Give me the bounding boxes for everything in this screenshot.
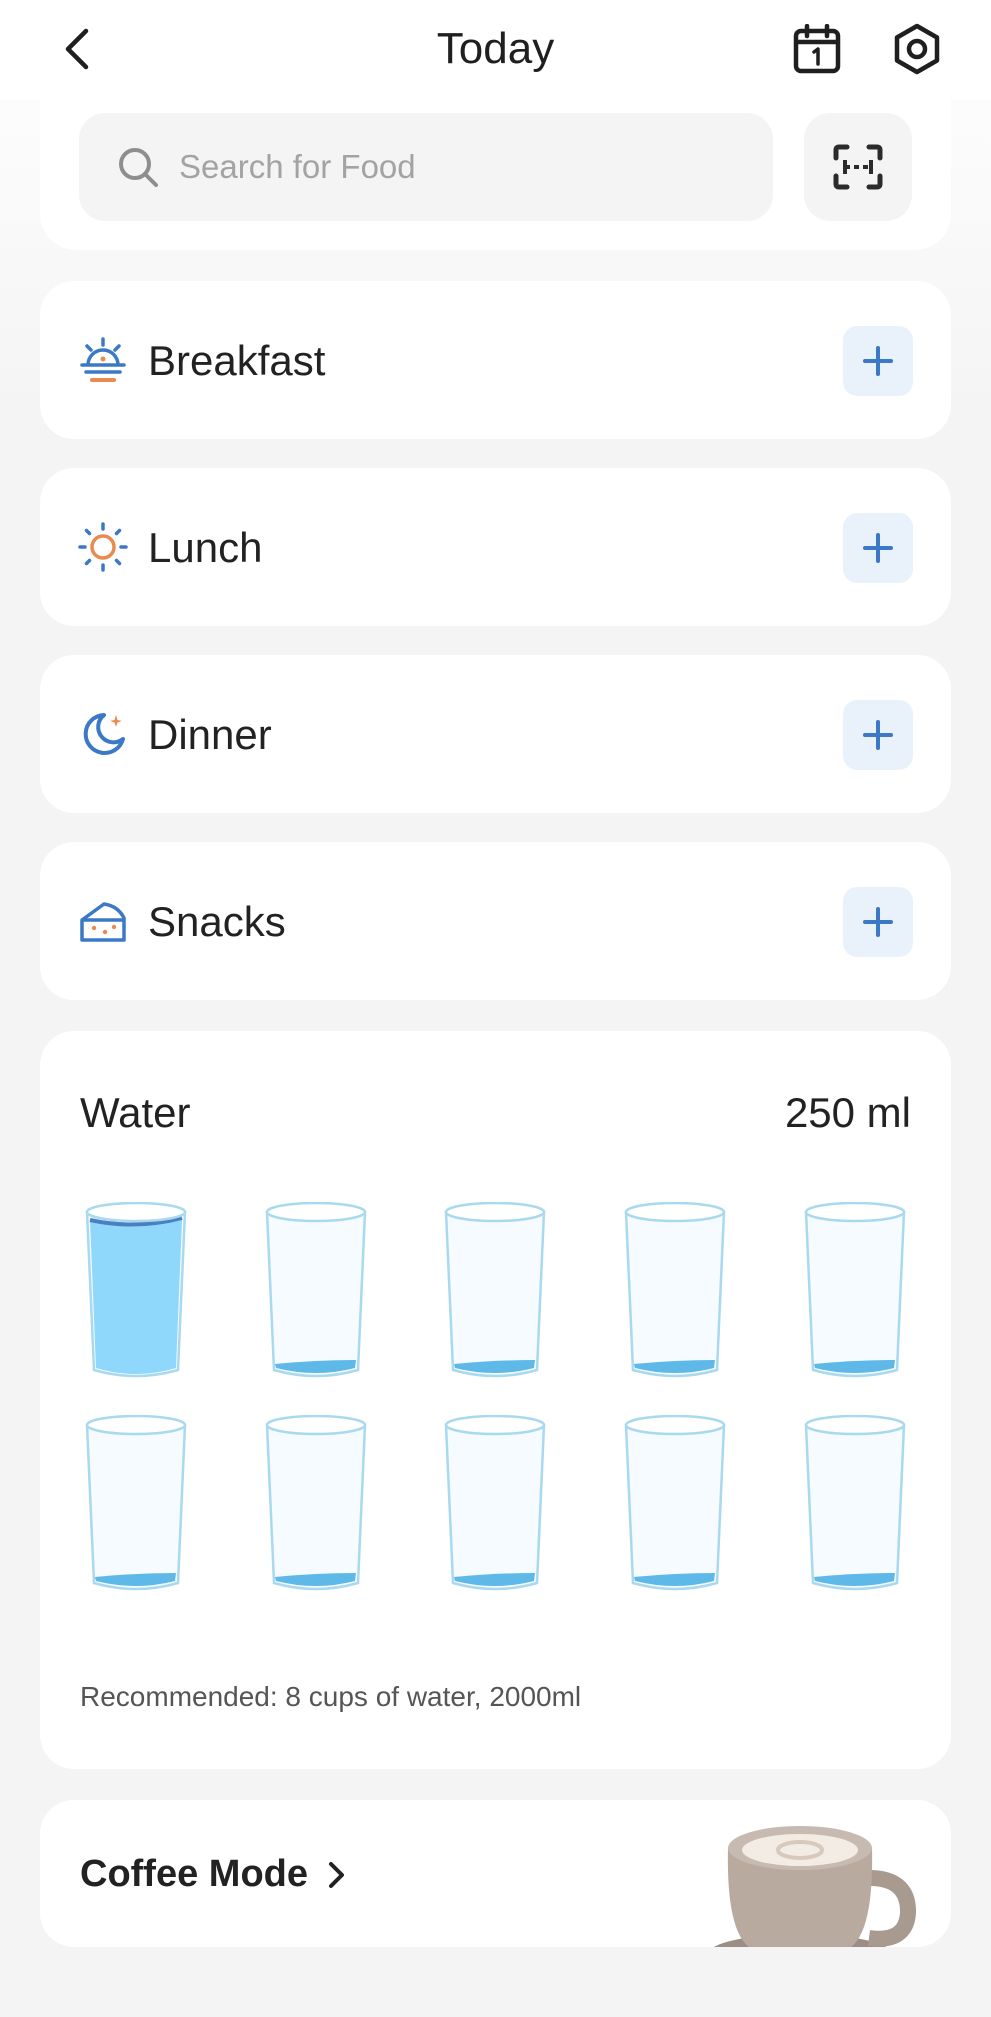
search-placeholder: Search for Food — [179, 148, 416, 185]
add-dinner-button[interactable] — [843, 700, 913, 770]
meal-card-breakfast[interactable]: Breakfast — [40, 281, 951, 439]
chevron-right-icon — [329, 1861, 344, 1888]
meal-label-breakfast: Breakfast — [148, 337, 326, 384]
plus-icon — [863, 346, 893, 376]
coffee-mode-card[interactable]: Coffee Mode — [40, 1800, 951, 1947]
moon-icon — [83, 713, 125, 755]
search-icon — [117, 146, 159, 188]
water-cup-empty[interactable] — [623, 1201, 727, 1380]
scan-icon — [833, 144, 883, 190]
sun-icon — [78, 522, 128, 572]
water-cup-empty[interactable] — [623, 1414, 727, 1593]
coffee-cup-image — [713, 1826, 916, 1947]
search-input[interactable]: Search for Food — [79, 113, 773, 221]
plus-icon — [863, 720, 893, 750]
add-breakfast-button[interactable] — [843, 326, 913, 396]
water-card: Water 250 ml Recommended: 8 cups of wate… — [40, 1031, 951, 1769]
top-bar: Today — [0, 0, 991, 100]
coffee-mode-label: Coffee Mode — [80, 1853, 308, 1895]
meal-card-snacks[interactable]: Snacks — [40, 842, 951, 1000]
settings-button[interactable] — [890, 22, 944, 76]
water-cup-empty[interactable] — [84, 1414, 188, 1593]
meal-card-lunch[interactable]: Lunch — [40, 468, 951, 626]
plus-icon — [863, 533, 893, 563]
meal-label-snacks: Snacks — [148, 898, 286, 945]
barcode-scan-button[interactable] — [804, 113, 912, 221]
add-lunch-button[interactable] — [843, 513, 913, 583]
meal-card-dinner[interactable]: Dinner — [40, 655, 951, 813]
water-cup-empty[interactable] — [443, 1414, 547, 1593]
gear-icon — [894, 23, 940, 75]
meal-label-lunch: Lunch — [148, 524, 263, 571]
water-cup-filled[interactable] — [84, 1201, 188, 1380]
water-cup-empty[interactable] — [803, 1414, 907, 1593]
water-cup-empty[interactable] — [264, 1414, 368, 1593]
sunrise-icon — [80, 337, 126, 382]
water-cup-empty[interactable] — [803, 1201, 907, 1380]
water-amount: 250 ml — [784, 1089, 911, 1136]
plus-icon — [863, 907, 893, 937]
meal-label-dinner: Dinner — [148, 711, 272, 758]
water-recommendation: Recommended: 8 cups of water, 2000ml — [80, 1681, 582, 1712]
calendar-button[interactable] — [790, 22, 844, 76]
add-snacks-button[interactable] — [843, 887, 913, 957]
water-title: Water — [80, 1089, 191, 1136]
water-cup-empty[interactable] — [264, 1201, 368, 1380]
calendar-icon — [793, 24, 841, 74]
cheese-icon — [80, 902, 126, 942]
water-cup-empty[interactable] — [443, 1201, 547, 1380]
coffee-mode-link[interactable]: Coffee Mode — [80, 1853, 348, 1896]
